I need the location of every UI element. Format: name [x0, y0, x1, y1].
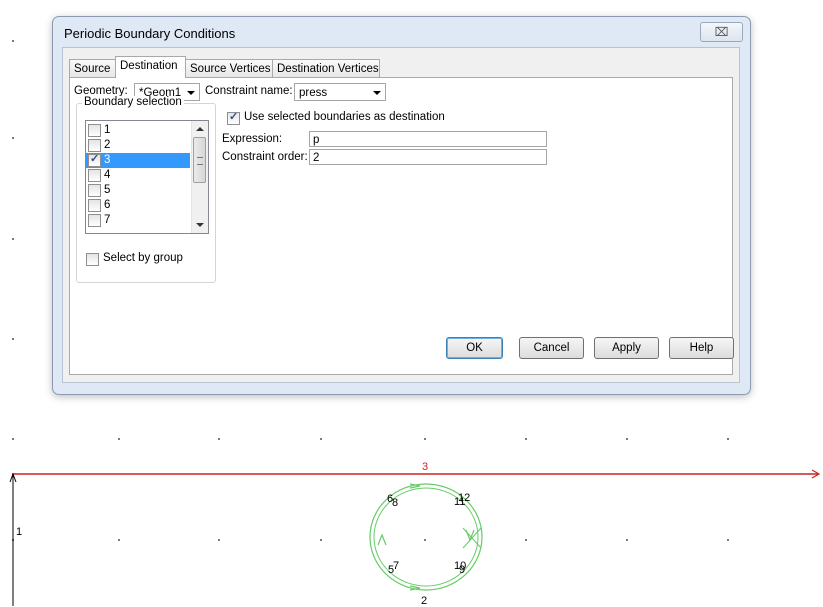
- constraint-order-label: Constraint order:: [222, 151, 308, 163]
- boundary-list-item[interactable]: 7: [86, 213, 190, 228]
- vertex-label: 12: [458, 492, 471, 504]
- boundary-label: 7: [104, 214, 111, 226]
- boundary-list-item[interactable]: 1: [86, 123, 190, 138]
- dialog-titlebar[interactable]: Periodic Boundary Conditions ⌧: [53, 17, 750, 47]
- grip-icon: [197, 157, 203, 165]
- dialog-title: Periodic Boundary Conditions: [64, 26, 236, 41]
- boundary-checkbox[interactable]: [88, 199, 101, 212]
- listbox-scrollbar[interactable]: [191, 121, 208, 233]
- circle-arrow-left: [377, 533, 387, 546]
- boundary-label: 4: [104, 169, 111, 181]
- boundary-label: 1: [104, 124, 111, 136]
- boundary-checkbox[interactable]: [88, 139, 101, 152]
- destination-tab-panel: Geometry: *Geom1 Constraint name: press …: [69, 77, 733, 375]
- boundary-list-item[interactable]: 2: [86, 138, 190, 153]
- boundary-checkbox[interactable]: [88, 124, 101, 137]
- checkmark-icon: ✓: [229, 111, 239, 123]
- chevron-down-icon: [373, 91, 381, 95]
- constraint-name-value: press: [299, 87, 328, 99]
- select-by-group-label: Select by group: [103, 252, 183, 264]
- boundary-list-item[interactable]: 6: [86, 198, 190, 213]
- scroll-down-icon[interactable]: [192, 217, 208, 233]
- apply-button[interactable]: Apply: [594, 337, 659, 359]
- boundary-label: 3: [104, 154, 111, 166]
- dialog-client-area: Source Destination Source Vertices Desti…: [62, 47, 740, 383]
- constraint-order-field[interactable]: 2: [309, 149, 547, 165]
- constraint-name-select[interactable]: press: [294, 83, 386, 101]
- boundary-checkbox[interactable]: ✓: [88, 153, 101, 167]
- close-icon: ⌧: [714, 25, 729, 39]
- tab-source-vertices[interactable]: Source Vertices: [185, 59, 273, 78]
- checkmark-icon: ✓: [90, 153, 100, 165]
- use-selected-label: Use selected boundaries as destination: [244, 111, 445, 123]
- boundary-selection-title: Boundary selection: [82, 96, 184, 108]
- close-button[interactable]: ⌧: [700, 22, 743, 42]
- boundary-label: 2: [104, 139, 111, 151]
- boundary-checkbox[interactable]: [88, 169, 101, 182]
- vertex-label: 8: [392, 497, 399, 509]
- vertex-label: 7: [393, 560, 400, 572]
- boundary-list-item[interactable]: ✓ 3: [86, 153, 190, 168]
- boundary-list-item[interactable]: 5: [86, 183, 190, 198]
- cancel-button[interactable]: Cancel: [519, 337, 584, 359]
- boundary-listbox[interactable]: 1 2 ✓ 3 4 5 6 7: [85, 120, 209, 234]
- boundary-checkbox[interactable]: [88, 214, 101, 227]
- scroll-up-icon[interactable]: [192, 121, 208, 137]
- chevron-down-icon: [187, 91, 195, 95]
- periodic-boundary-dialog: Periodic Boundary Conditions ⌧ Source De…: [52, 16, 751, 395]
- use-selected-checkbox[interactable]: ✓: [227, 111, 240, 125]
- vertex-label: 9: [459, 564, 466, 576]
- tab-source[interactable]: Source: [69, 59, 117, 78]
- tab-destination-vertices[interactable]: Destination Vertices: [272, 59, 380, 78]
- boundary-1-label: 1: [16, 526, 23, 538]
- select-by-group-checkbox[interactable]: [86, 253, 99, 266]
- boundary-list-item[interactable]: 4: [86, 168, 190, 183]
- boundary-checkbox[interactable]: [88, 184, 101, 197]
- boundary-label: 5: [104, 184, 111, 196]
- boundary-selection-group: Boundary selection 1 2 ✓ 3 4 5 6 7 Select by gr…: [76, 96, 216, 283]
- help-button[interactable]: Help: [669, 337, 734, 359]
- ok-button[interactable]: OK: [446, 337, 503, 359]
- tab-destination[interactable]: Destination: [115, 56, 186, 78]
- expression-label: Expression:: [222, 133, 283, 145]
- boundary-2-label: 2: [421, 595, 428, 607]
- boundary-label: 6: [104, 199, 111, 211]
- expression-field[interactable]: p: [309, 131, 547, 147]
- constraint-name-label: Constraint name:: [205, 85, 293, 97]
- scroll-thumb[interactable]: [193, 137, 206, 183]
- boundary-3-label: 3: [422, 461, 429, 473]
